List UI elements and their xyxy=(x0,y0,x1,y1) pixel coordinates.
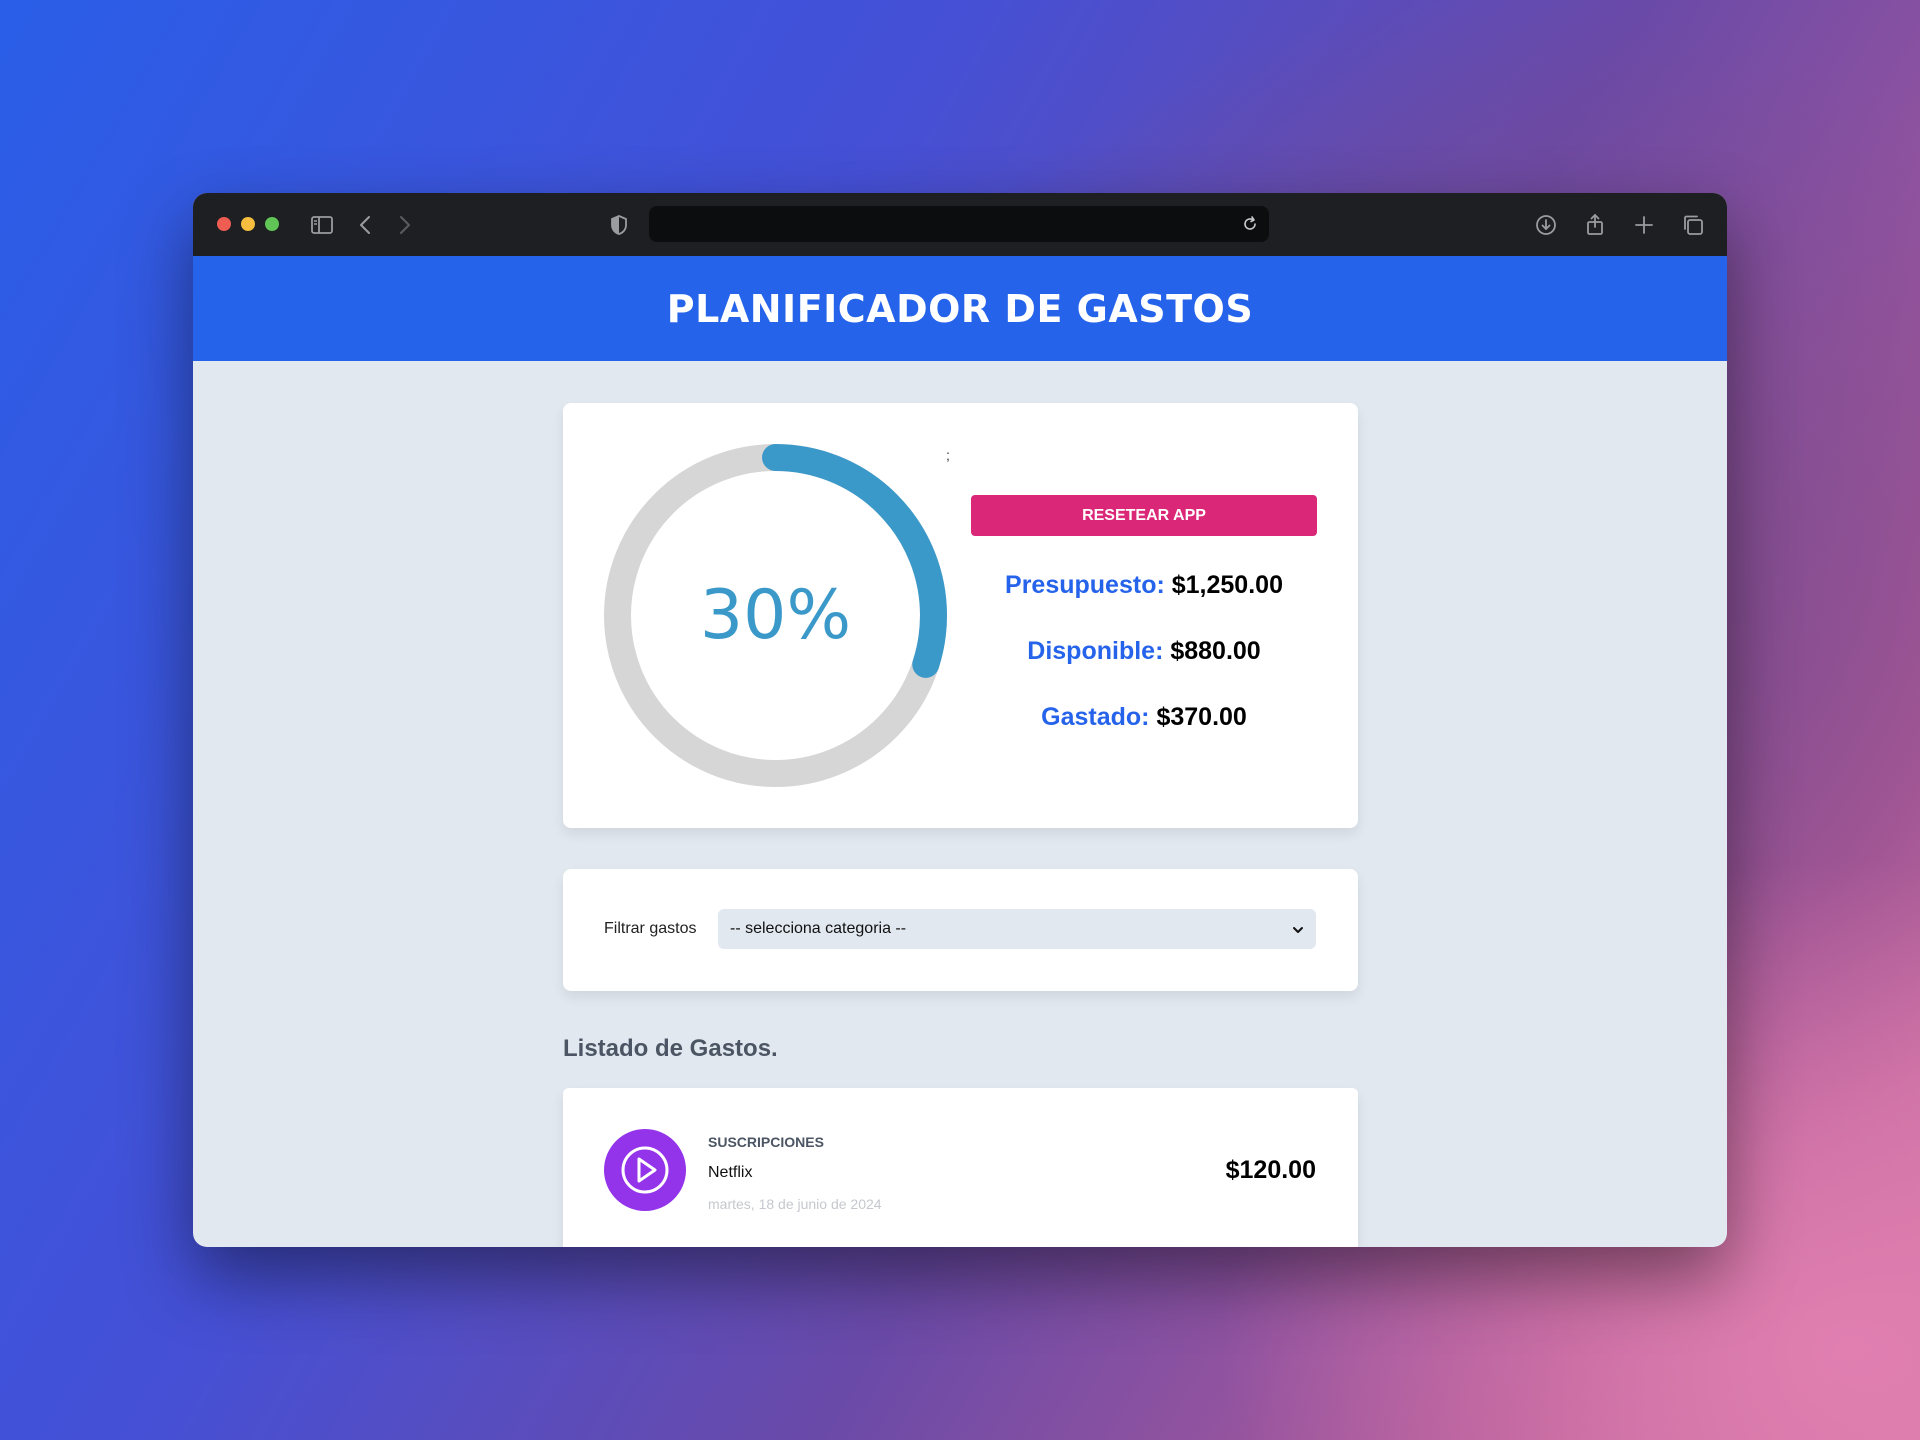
category-select-value: -- selecciona categoria -- xyxy=(730,920,907,937)
minimize-window-button[interactable] xyxy=(241,217,255,231)
new-tab-icon[interactable] xyxy=(1631,212,1657,238)
back-icon[interactable] xyxy=(353,212,379,238)
budget-spent-label: Gastado: xyxy=(1041,703,1150,731)
budget-available-label: Disponible: xyxy=(1027,637,1164,665)
forward-icon[interactable] xyxy=(391,212,417,238)
budget-total-value: $1,250.00 xyxy=(1171,571,1283,599)
sidebar-toggle-icon[interactable] xyxy=(309,212,335,238)
maximize-window-button[interactable] xyxy=(265,217,279,231)
expense-date: martes, 18 de junio de 2024 xyxy=(708,1196,882,1212)
reload-icon[interactable] xyxy=(1241,215,1259,233)
download-icon[interactable] xyxy=(1533,212,1559,238)
play-icon xyxy=(604,1129,686,1211)
budget-summary-card: 30% ; Resetear App Presupuesto: $1,250.0… xyxy=(563,403,1358,828)
budget-spent-value: $370.00 xyxy=(1156,703,1247,731)
filter-label: Filtrar gastos xyxy=(604,920,697,937)
expense-list-title: Listado de Gastos. xyxy=(563,1035,778,1062)
budget-total-label: Presupuesto: xyxy=(1005,571,1165,599)
page-title: PLANIFICADOR DE GASTOS xyxy=(666,286,1254,331)
expense-amount: $120.00 xyxy=(1225,1156,1316,1184)
budget-available: Disponible: $880.00 xyxy=(971,637,1317,666)
budget-total: Presupuesto: $1,250.00 xyxy=(971,571,1317,600)
reset-app-button[interactable]: Resetear App xyxy=(971,495,1317,536)
budget-spent: Gastado: $370.00 xyxy=(971,703,1317,732)
shield-icon[interactable] xyxy=(606,212,632,238)
close-window-button[interactable] xyxy=(217,217,231,231)
chevron-down-icon xyxy=(1292,923,1304,935)
filter-card: Filtrar gastos -- selecciona categoria -… xyxy=(563,869,1358,991)
browser-toolbar xyxy=(193,193,1727,256)
expense-name: Netflix xyxy=(708,1164,753,1181)
app-header: PLANIFICADOR DE GASTOS xyxy=(193,256,1727,361)
list-item[interactable]: Suscripciones Netflix martes, 18 de juni… xyxy=(563,1088,1358,1247)
expense-category: Suscripciones xyxy=(708,1134,824,1150)
browser-window: PLANIFICADOR DE GASTOS 30% ; Resetear Ap… xyxy=(193,193,1727,1247)
stray-character: ; xyxy=(946,447,950,463)
address-bar[interactable] xyxy=(649,206,1269,242)
tab-overview-icon[interactable] xyxy=(1680,212,1706,238)
share-icon[interactable] xyxy=(1582,212,1608,238)
progress-percent: 30% xyxy=(699,576,852,655)
category-select[interactable]: -- selecciona categoria -- xyxy=(718,909,1316,949)
budget-available-value: $880.00 xyxy=(1170,637,1261,665)
